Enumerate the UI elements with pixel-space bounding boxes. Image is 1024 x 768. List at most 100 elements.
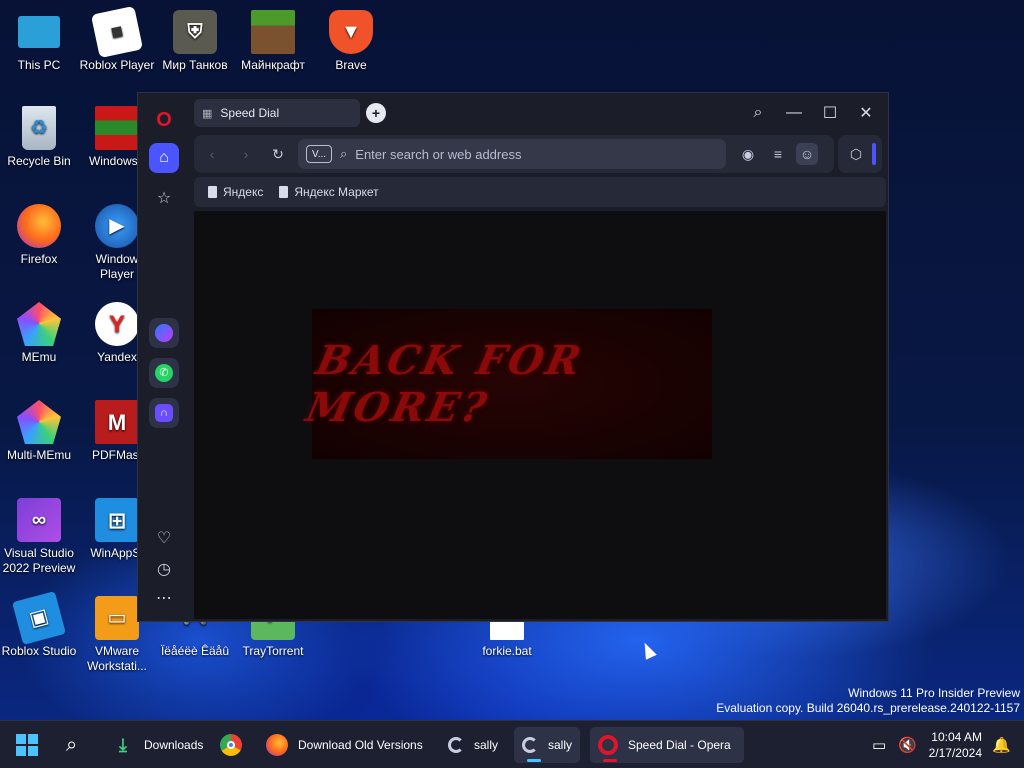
taskbar-item-label: Speed Dial - Opera xyxy=(628,738,731,752)
heart-icon[interactable]: ♡ xyxy=(149,523,179,553)
desktop-icon-roblox-player[interactable]: ■ Roblox Player xyxy=(78,5,156,73)
snapshot-camera-icon[interactable]: ◉ xyxy=(738,144,758,164)
notification-bell-icon[interactable]: 🔔 xyxy=(984,727,1019,763)
back-icon[interactable]: ‹ xyxy=(202,144,222,164)
desktop-icon-label: TrayTorrent xyxy=(242,644,304,658)
memu-icon xyxy=(17,302,61,346)
sidebar-accent-bar xyxy=(872,143,876,165)
forward-icon[interactable]: › xyxy=(236,144,256,164)
windows-start-icon xyxy=(16,734,38,756)
page-icon xyxy=(208,186,217,198)
messenger-icon[interactable] xyxy=(149,318,179,348)
taskbar-search-button[interactable]: ⌕ xyxy=(58,727,85,763)
taskbar-sally-2[interactable]: sally xyxy=(514,727,581,763)
tab-speed-dial[interactable]: ▦ Speed Dial xyxy=(194,99,360,127)
desktop-icon-roblox-studio[interactable]: ▣ Roblox Studio xyxy=(0,591,78,659)
opera-sidebar: O ⌂ ☆ ✆ ∩ ♡ ◷ ⋯ xyxy=(138,93,190,621)
desktop-icon-mir-tankov[interactable]: ⛨ Мир Танков xyxy=(156,10,234,73)
watermark-line-1: Windows 11 Pro Insider Preview xyxy=(848,686,1020,700)
profile-icon[interactable]: ☺ xyxy=(796,143,818,165)
taskbar-item-label: sally xyxy=(548,738,573,752)
taskbar-opera-speed-dial[interactable]: Speed Dial - Opera xyxy=(590,727,744,763)
more-options-icon[interactable]: ⋯ xyxy=(149,583,179,613)
opera-logo-icon[interactable]: O xyxy=(149,105,179,135)
loading-spinner-icon xyxy=(522,737,538,753)
desktop-icon-label: This PC xyxy=(17,58,61,72)
vmware-icon: ▭ xyxy=(95,596,139,640)
desktop-icon-this-pc[interactable]: This PC xyxy=(0,10,78,73)
bookmark-yandex-market[interactable]: Яндекс Маркет xyxy=(279,185,379,199)
taskbar-chrome[interactable] xyxy=(212,727,250,763)
desktop-icon-label: VMware Workstati... xyxy=(87,644,147,673)
yandex-icon: Y xyxy=(95,302,139,346)
start-button[interactable] xyxy=(12,727,42,763)
bookmarks-bar: Яндекс Яндекс Маркет xyxy=(194,177,886,207)
search-tabs-icon[interactable]: ⌕ xyxy=(746,101,770,125)
whatsapp-icon[interactable]: ✆ xyxy=(149,358,179,388)
page-icon xyxy=(279,186,289,198)
music-player-icon[interactable]: ∩ xyxy=(149,398,179,428)
pdfmaster-icon: M xyxy=(95,400,139,444)
multi-memu-icon xyxy=(17,400,61,444)
address-bar[interactable]: V... ⌕ Enter search or web address xyxy=(298,139,726,169)
visual-studio-icon: ∞ xyxy=(17,498,61,542)
minimize-icon[interactable]: — xyxy=(782,101,806,125)
easy-setup-icon[interactable]: ≡ xyxy=(768,144,788,164)
taskbar-item-label: Download Old Versions xyxy=(298,738,423,752)
desktop-icon-label: MEmu xyxy=(21,350,57,364)
bookmark-label: Яндекс xyxy=(223,185,264,199)
bookmark-yandex[interactable]: Яндекс xyxy=(208,185,263,199)
tray-volume-muted-icon[interactable]: 🔇 xyxy=(890,727,925,763)
banner-text: BACK FOR MORE? xyxy=(302,337,588,431)
close-icon[interactable]: ✕ xyxy=(854,101,878,125)
taskbar: ⌕ ⤓ Downloads Download Old Versions sall… xyxy=(0,720,1024,768)
extensions-area: ⬡ xyxy=(838,135,882,173)
extensions-cube-icon[interactable]: ⬡ xyxy=(846,144,866,164)
taskbar-item-label: Downloads xyxy=(144,738,204,752)
desktop-icon-minecraft[interactable]: Майнкрафт xyxy=(234,10,312,73)
active-indicator xyxy=(527,759,541,762)
taskbar-firefox-download-old-versions[interactable]: Download Old Versions xyxy=(258,727,431,763)
taskbar-downloads[interactable]: ⤓ Downloads xyxy=(104,727,211,763)
desktop-icon-label: Brave xyxy=(335,58,367,72)
desktop-icon-firefox[interactable]: Firefox xyxy=(0,204,78,267)
pinboard-star-icon[interactable]: ☆ xyxy=(149,183,179,213)
taskbar-item-label: sally xyxy=(474,738,499,752)
minecraft-icon xyxy=(251,10,295,54)
page-content: BACK FOR MORE? xyxy=(194,211,886,619)
tab-title: Speed Dial xyxy=(220,106,280,120)
active-indicator xyxy=(603,759,617,762)
bookmark-label: Яндекс Маркет xyxy=(294,185,379,199)
desktop-icon-label: Roblox Studio xyxy=(1,644,77,658)
clock-time: 10:04 AM xyxy=(931,730,982,744)
desktop-icon-label: Ïëåéëè Êäåû xyxy=(160,644,230,658)
opera-window: O ⌂ ☆ ✆ ∩ ♡ ◷ ⋯ ▦ Speed Dial + ⌕ — ☐ ✕ ‹… xyxy=(137,92,889,622)
speed-dial-grid-icon: ▦ xyxy=(202,107,213,120)
download-arrow-icon: ⤓ xyxy=(119,734,127,755)
desktop-icon-recycle-bin[interactable]: ♻ Recycle Bin xyxy=(0,106,78,169)
watermark-line-2: Evaluation copy. Build 26040.rs_prerelea… xyxy=(716,701,1020,715)
desktop-icon-label: Recycle Bin xyxy=(7,154,71,168)
desktop-icon-visual-studio[interactable]: ∞ Visual Studio 2022 Preview xyxy=(0,498,78,576)
firefox-icon xyxy=(266,734,288,756)
home-icon[interactable]: ⌂ xyxy=(149,143,179,173)
vpn-badge[interactable]: V... xyxy=(306,145,332,163)
desktop-icon-label: Firefox xyxy=(20,252,58,266)
new-tab-plus-icon[interactable]: + xyxy=(366,103,386,123)
winrar-icon xyxy=(95,106,139,150)
taskbar-sally-1[interactable]: sally xyxy=(440,727,506,763)
maximize-icon[interactable]: ☐ xyxy=(818,101,842,125)
reload-icon[interactable]: ↻ xyxy=(268,144,288,164)
taskbar-clock[interactable]: 10:04 AM 2/17/2024 xyxy=(929,729,982,761)
desktop-icon-label: Мир Танков xyxy=(162,58,228,72)
desktop-icon-multi-memu[interactable]: Multi-MEmu xyxy=(0,400,78,463)
history-clock-icon[interactable]: ◷ xyxy=(149,554,179,584)
desktop-icon-brave[interactable]: ▼ Brave xyxy=(312,10,390,73)
media-player-icon: ▶ xyxy=(95,204,139,248)
search-icon: ⌕ xyxy=(66,733,78,756)
desktop-icon-memu[interactable]: MEmu xyxy=(0,302,78,365)
address-input[interactable]: Enter search or web address xyxy=(355,147,521,162)
desktop-icon-label: forkie.bat xyxy=(482,644,532,658)
windows-watermark: Windows 11 Pro Insider Preview Evaluatio… xyxy=(716,686,1020,716)
tank-game-icon: ⛨ xyxy=(173,10,217,54)
